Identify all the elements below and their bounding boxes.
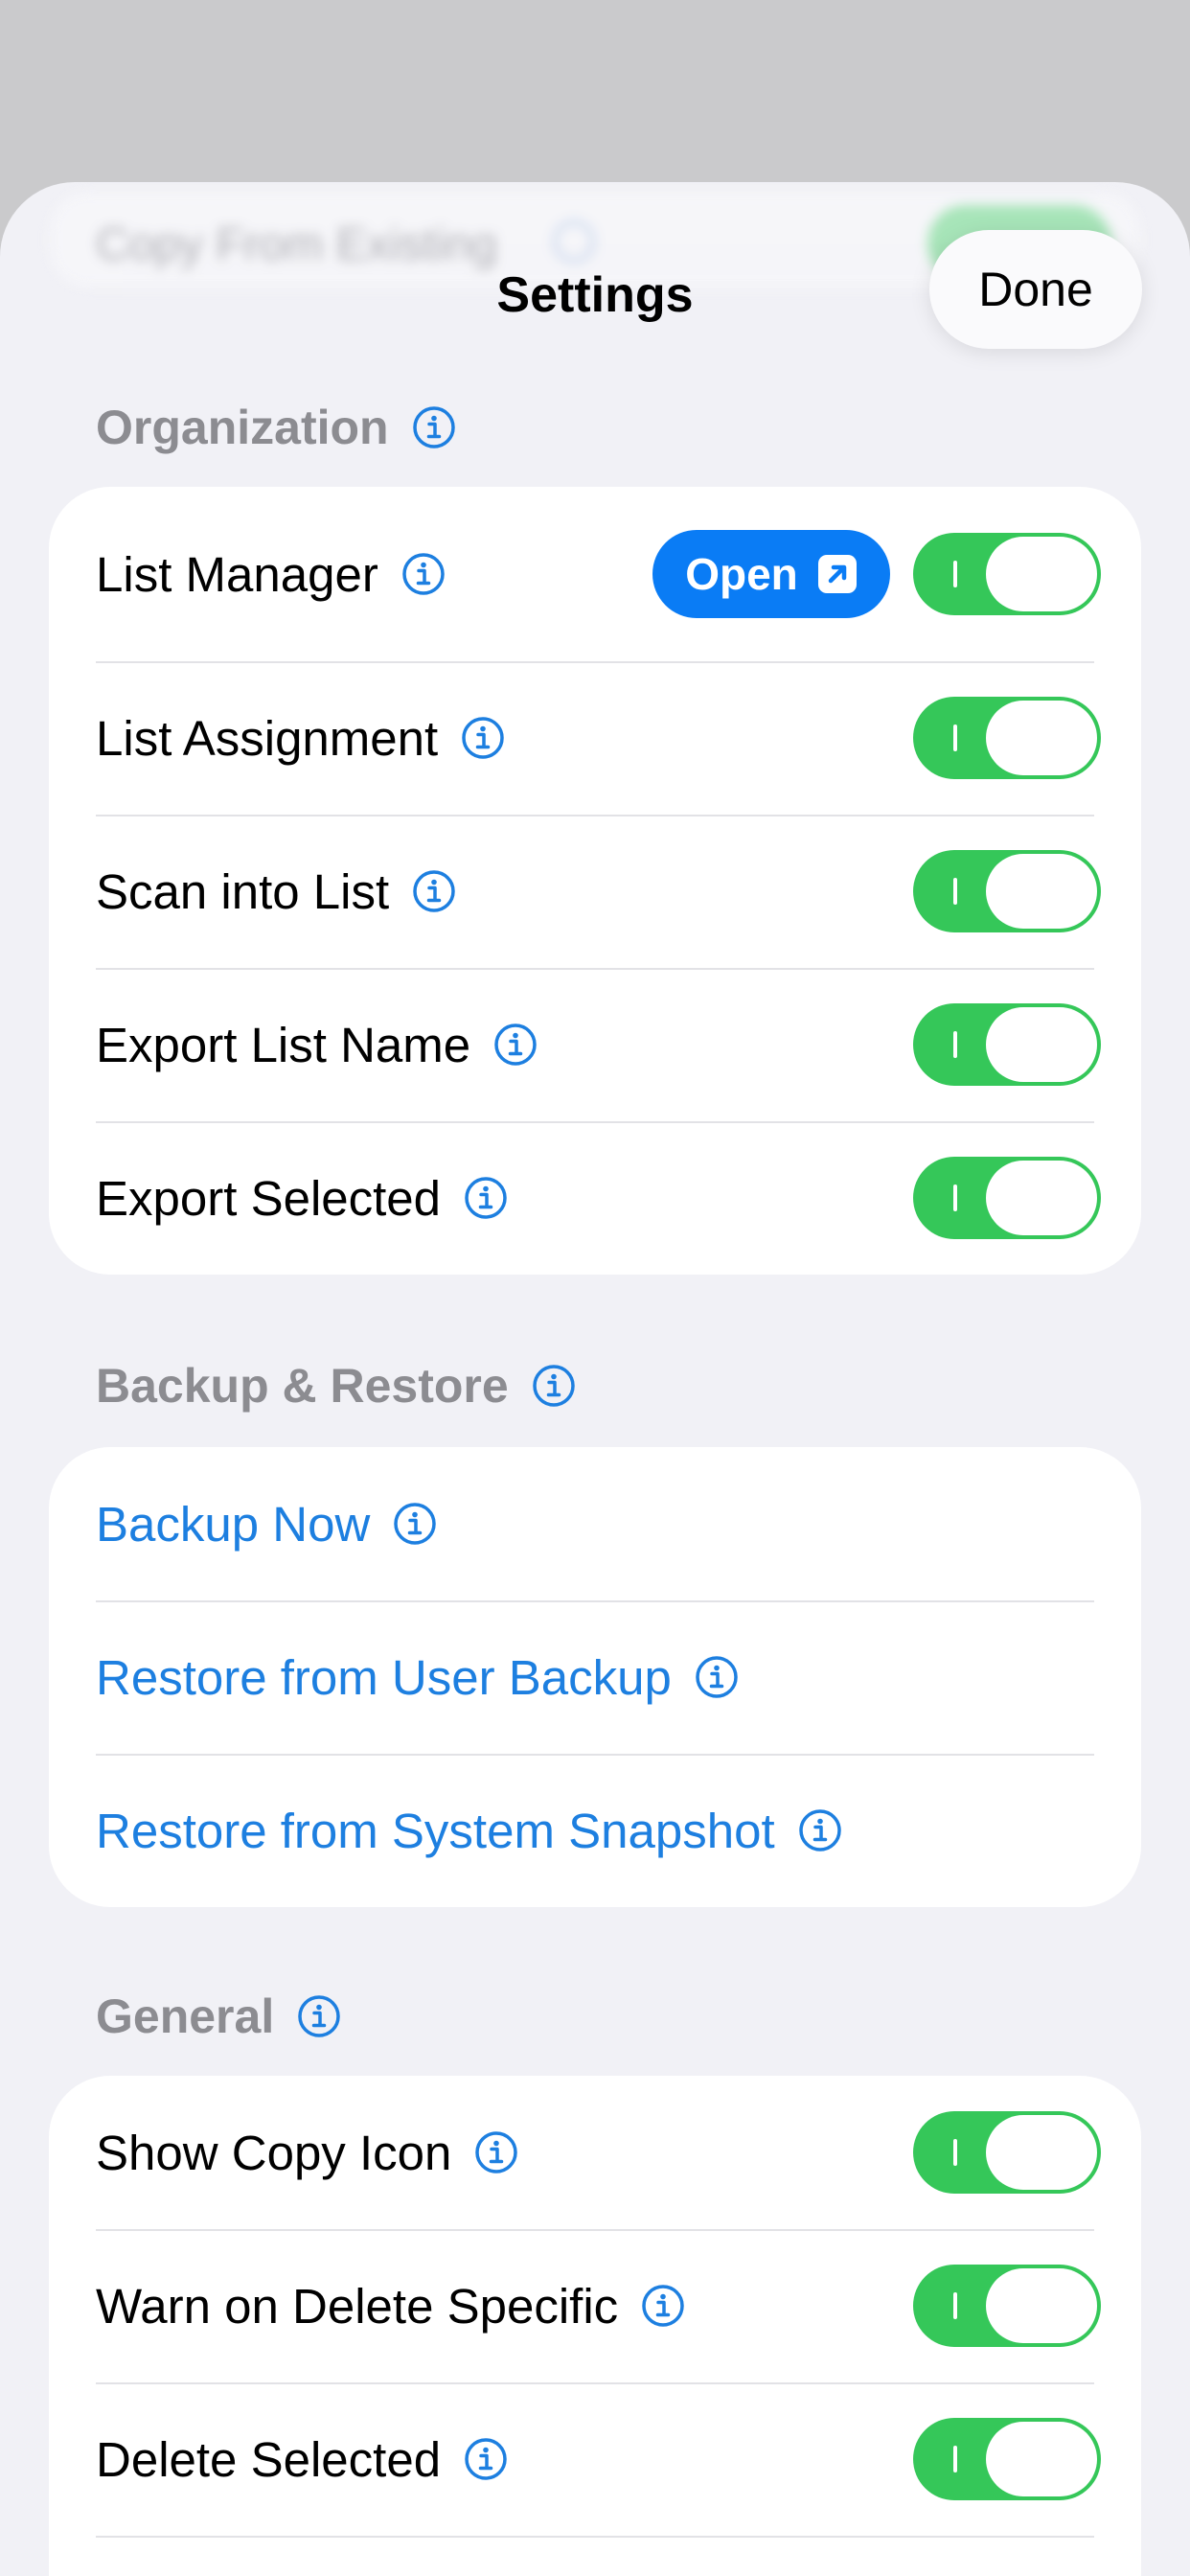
- row-label: List Manager: [96, 546, 378, 602]
- delete-selected-toggle[interactable]: [913, 2418, 1101, 2500]
- info-icon[interactable]: [493, 1023, 538, 1067]
- organization-card: List Manager Open List Assignment Scan i…: [49, 487, 1141, 1275]
- info-icon[interactable]: [464, 2437, 508, 2481]
- backup-now-link[interactable]: Backup Now: [96, 1496, 370, 1552]
- row-label: List Assignment: [96, 710, 439, 766]
- info-icon[interactable]: [532, 1364, 576, 1408]
- section-header-organization: Organization: [96, 397, 456, 458]
- info-icon[interactable]: [412, 405, 456, 449]
- export-list-name-toggle[interactable]: [913, 1003, 1101, 1086]
- export-selected-toggle[interactable]: [913, 1157, 1101, 1239]
- row-label: Export List Name: [96, 1017, 471, 1072]
- general-card: Show Copy Icon Warn on Delete Specific D…: [49, 2076, 1141, 2576]
- info-icon[interactable]: [798, 1808, 842, 1852]
- section-title: General: [96, 1990, 275, 2043]
- info-icon[interactable]: [641, 2284, 685, 2328]
- list-manager-toggle[interactable]: [913, 533, 1101, 615]
- settings-sheet: Copy From Existing Settings Done Organiz…: [0, 182, 1190, 2576]
- warn-on-delete-specific-row: Warn on Delete Specific: [49, 2229, 1141, 2382]
- row-label: Export Selected: [96, 1170, 442, 1226]
- row-label: Scan into List: [96, 863, 390, 919]
- scan-into-list-toggle[interactable]: [913, 850, 1101, 932]
- info-icon[interactable]: [412, 869, 456, 913]
- backup-restore-card: Backup Now Restore from User Backup Rest…: [49, 1447, 1141, 1907]
- external-link-icon: [817, 555, 857, 593]
- section-header-backup-restore: Backup & Restore: [96, 1355, 576, 1416]
- section-header-general: General: [96, 1986, 341, 2047]
- next-row-partial: [49, 2536, 1141, 2576]
- restore-system-snapshot-link[interactable]: Restore from System Snapshot: [96, 1803, 775, 1859]
- row-label: Show Copy Icon: [96, 2125, 452, 2180]
- info-icon[interactable]: [464, 1176, 508, 1220]
- restore-user-backup-row[interactable]: Restore from User Backup: [49, 1600, 1141, 1754]
- delete-selected-row: Delete Selected: [49, 2382, 1141, 2536]
- show-copy-icon-toggle[interactable]: [913, 2111, 1101, 2194]
- info-icon[interactable]: [474, 2130, 518, 2174]
- open-list-manager-button[interactable]: Open: [652, 530, 890, 618]
- info-icon[interactable]: [461, 716, 505, 760]
- info-icon[interactable]: [393, 1502, 437, 1546]
- restore-system-snapshot-row[interactable]: Restore from System Snapshot: [49, 1754, 1141, 1907]
- list-manager-row: List Manager Open: [49, 487, 1141, 661]
- list-assignment-toggle[interactable]: [913, 697, 1101, 779]
- warn-on-delete-specific-toggle[interactable]: [913, 2265, 1101, 2347]
- row-label: Delete Selected: [96, 2431, 442, 2487]
- restore-user-backup-link[interactable]: Restore from User Backup: [96, 1649, 672, 1706]
- scan-into-list-row: Scan into List: [49, 815, 1141, 968]
- blurred-row-label: Copy From Existing: [96, 219, 497, 270]
- open-button-label: Open: [685, 549, 798, 599]
- export-selected-row: Export Selected: [49, 1121, 1141, 1275]
- row-label: Warn on Delete Specific: [96, 2278, 619, 2334]
- blurred-info-icon: [553, 220, 595, 263]
- backup-now-row[interactable]: Backup Now: [49, 1447, 1141, 1600]
- info-icon[interactable]: [297, 1994, 341, 2038]
- export-list-name-row: Export List Name: [49, 968, 1141, 1121]
- show-copy-icon-row: Show Copy Icon: [49, 2076, 1141, 2229]
- done-button[interactable]: Done: [929, 230, 1142, 349]
- info-icon[interactable]: [695, 1655, 739, 1699]
- list-assignment-row: List Assignment: [49, 661, 1141, 815]
- info-icon[interactable]: [401, 552, 446, 596]
- section-title: Organization: [96, 401, 389, 454]
- section-title: Backup & Restore: [96, 1359, 509, 1413]
